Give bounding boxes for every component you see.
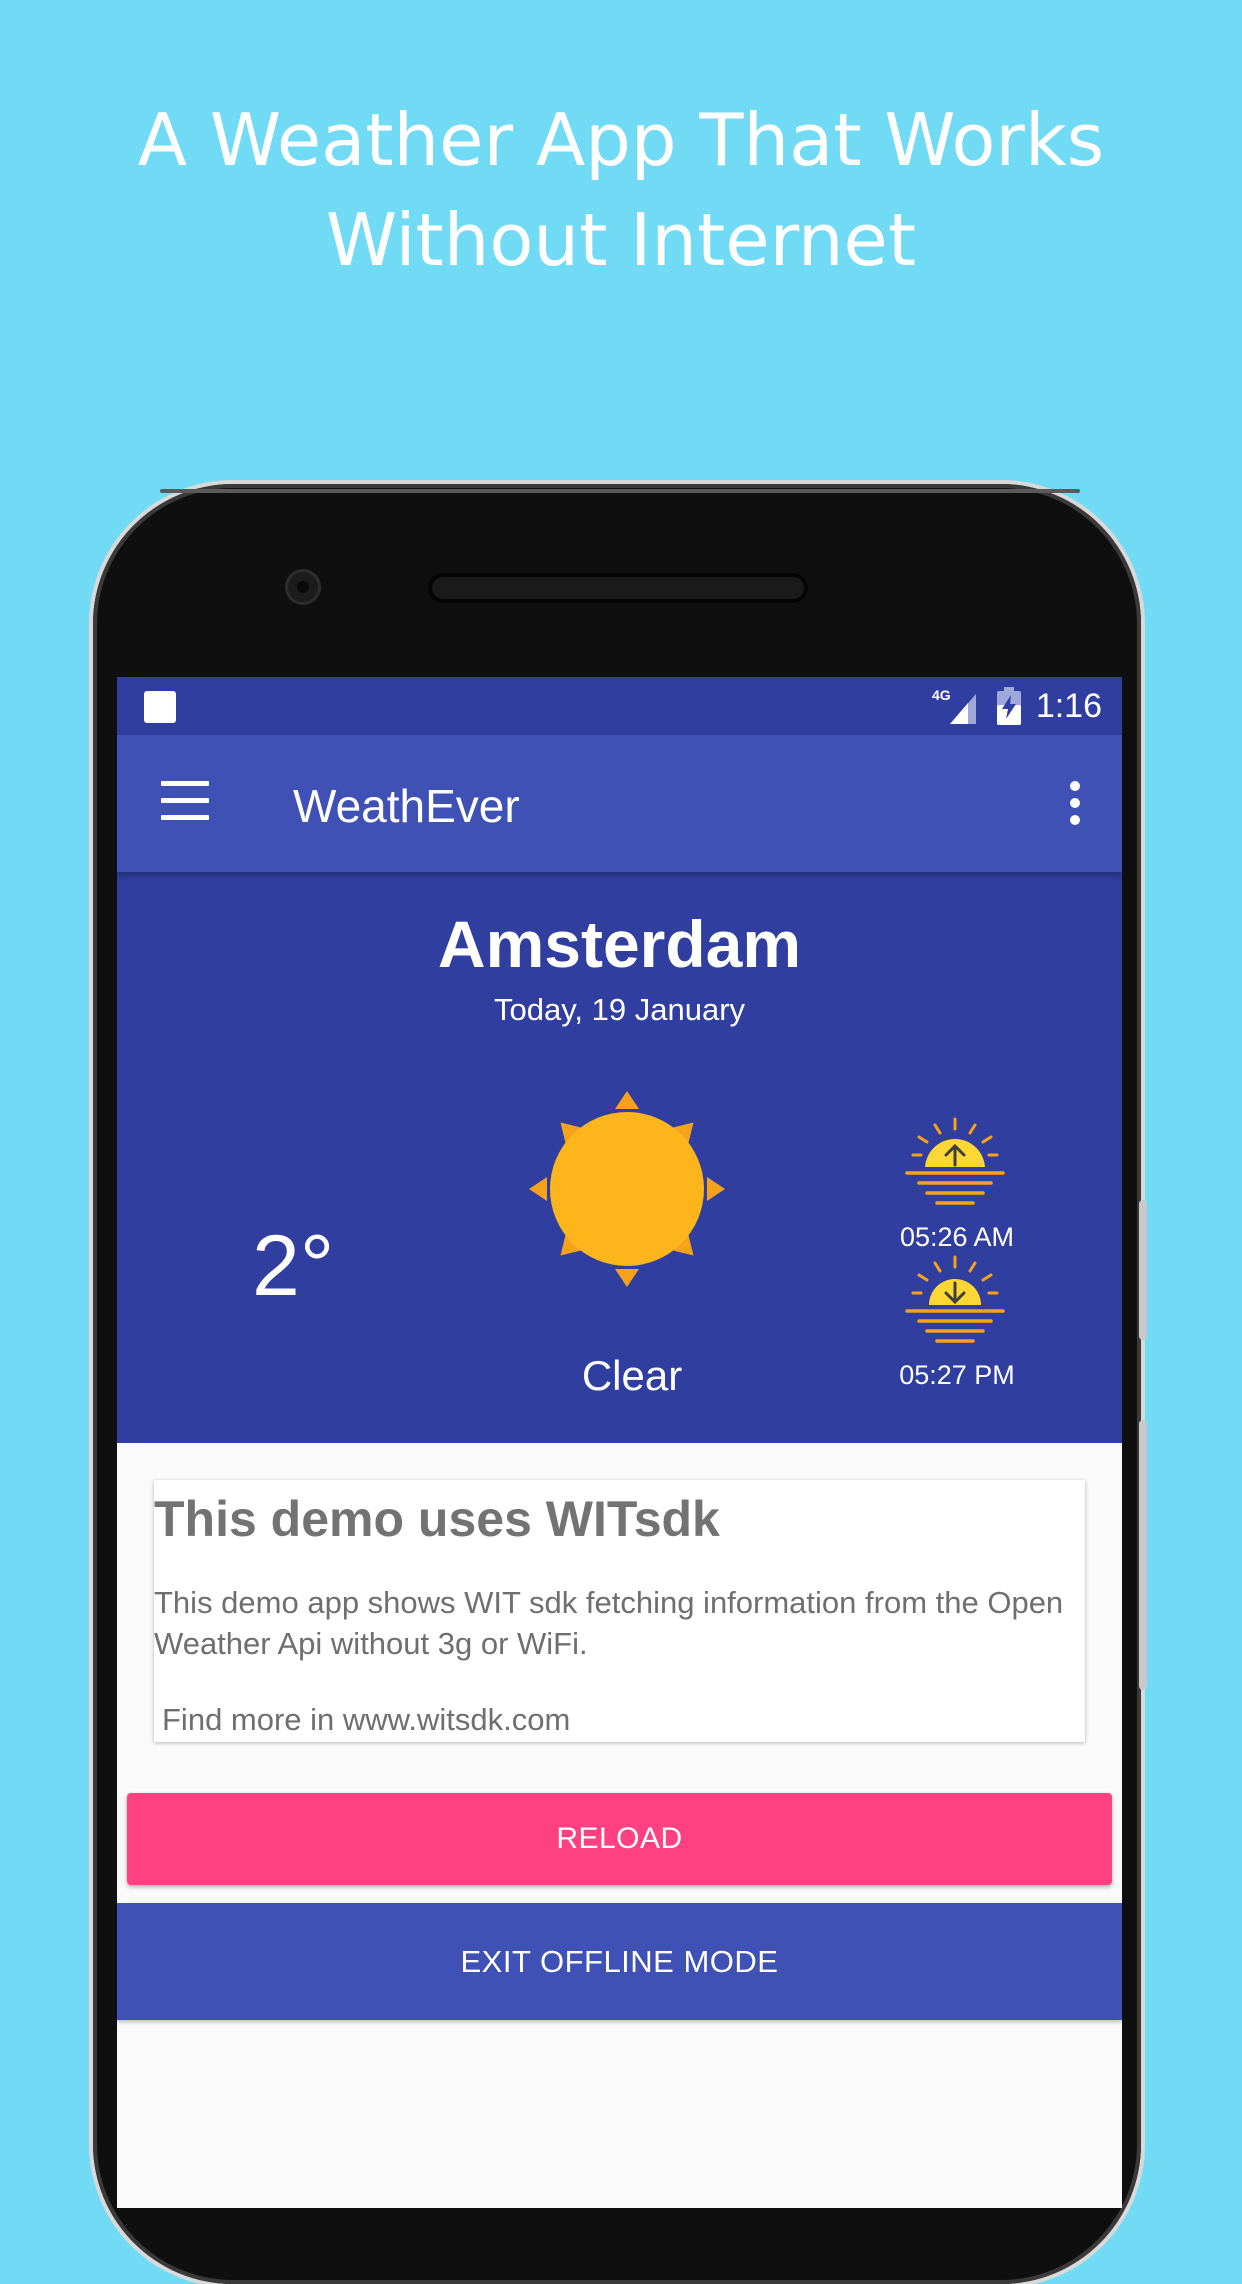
battery-charging-icon [996,687,1021,725]
phone-power-button [1139,1420,1147,1690]
info-card: This demo uses WITsdk This demo app show… [154,1480,1085,1742]
info-card-body: This demo app shows WIT sdk fetching inf… [154,1585,1064,1661]
promo-headline-line1: A Weather App That Works [137,98,1105,182]
more-vert-icon[interactable] [1070,781,1082,825]
earpiece-speaker [428,573,808,603]
weather-panel: Amsterdam Today, 19 January 2° Clear 05:… [117,872,1122,1443]
city-name: Amsterdam [437,907,802,981]
exit-offline-mode-button[interactable]: EXIT OFFLINE MODE [117,1903,1122,2020]
sunset-icon [905,1255,1005,1347]
sunset-time: 05:27 PM [899,1360,1015,1390]
weather-condition: Clear [581,1352,683,1399]
status-time: 1:16 [1035,686,1102,725]
promo-headline-line2: Without Internet [325,198,917,282]
sunrise-time: 05:26 AM [899,1222,1015,1252]
phone-screen: 4G 1:16 WeathEver Amsterdam Today, 19 Ja… [117,677,1122,2208]
info-card-title: This demo uses WITsdk [154,1491,720,1547]
forecast-date: Today, 19 January [493,992,746,1027]
front-camera [285,569,321,605]
phone-bezel-highlight [160,489,1080,493]
signal-4g-icon: 4G [932,687,976,724]
reload-button[interactable]: RELOAD [127,1793,1112,1885]
hamburger-menu-icon[interactable] [161,781,209,821]
app-bar: WeathEver [117,735,1122,872]
sun-icon [529,1091,725,1287]
promo-headline: A Weather App That Works Without Interne… [0,90,1242,290]
temperature: 2° [252,1218,335,1314]
phone-volume-button [1139,1200,1147,1340]
status-bar: 4G 1:16 [117,677,1122,735]
app-title: WeathEver [293,780,520,832]
sunrise-icon [905,1117,1005,1209]
notification-icon [144,691,176,723]
network-type-label: 4G [932,687,951,703]
info-card-link[interactable]: Find more in www.witsdk.com [162,1702,570,1738]
status-icons: 4G 1:16 [932,677,1102,735]
